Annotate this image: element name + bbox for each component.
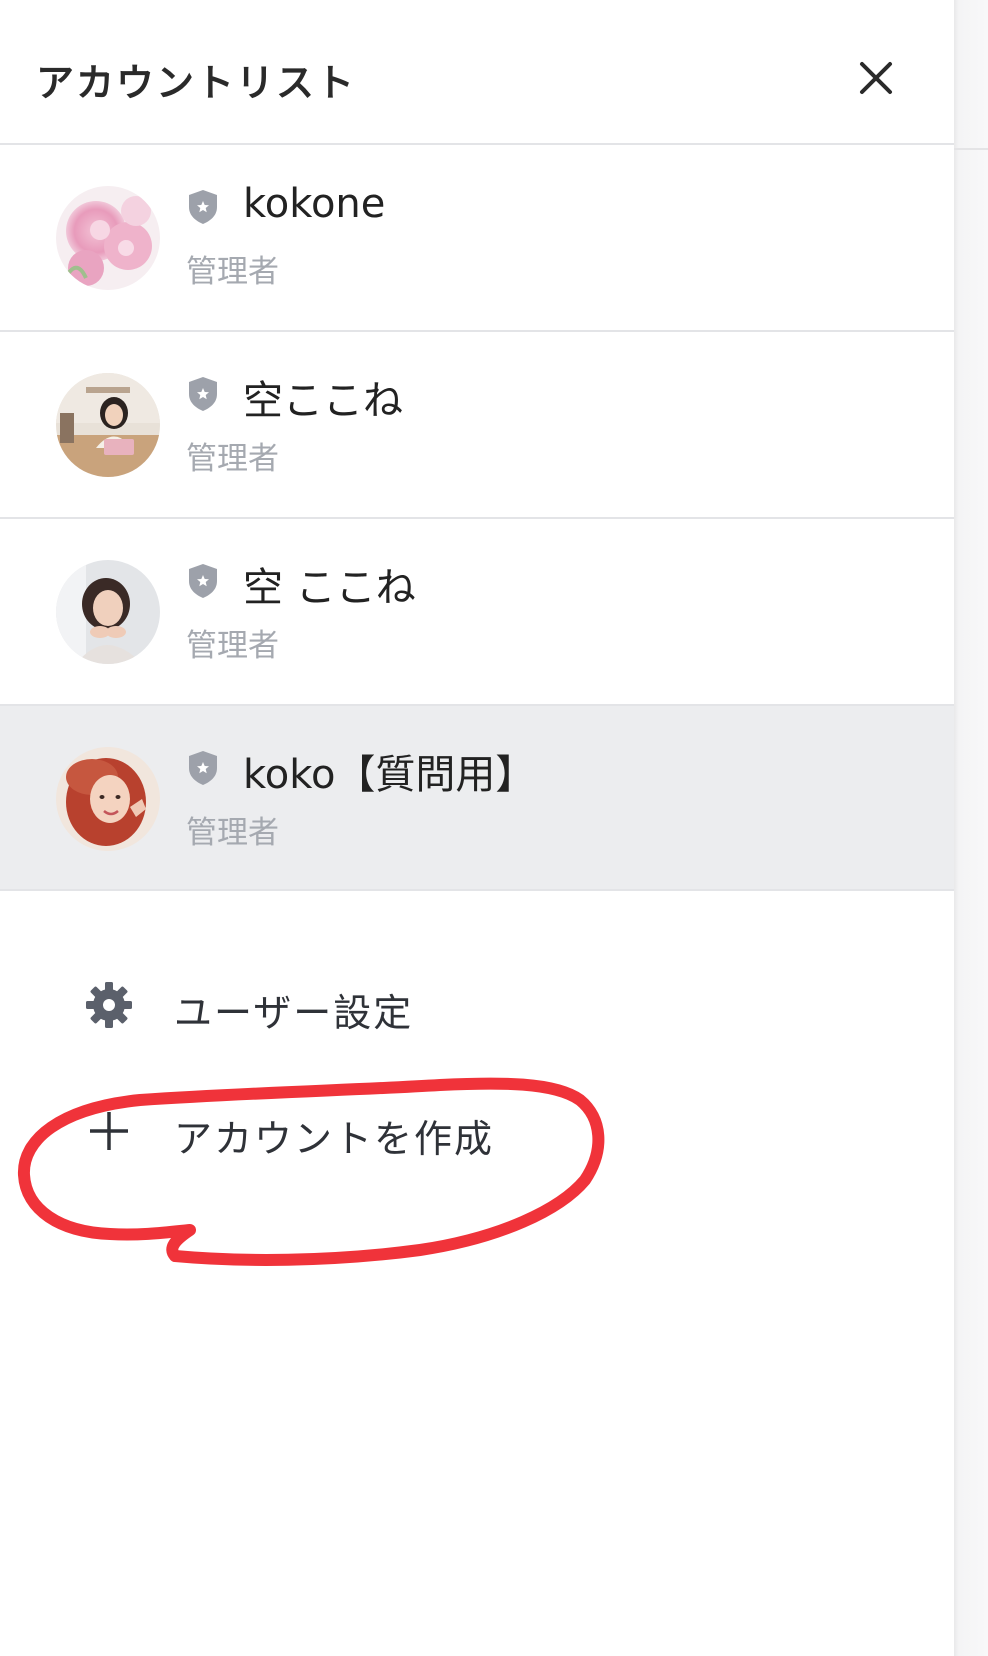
shield-star-icon bbox=[189, 564, 217, 598]
account-role: 管理者 bbox=[186, 441, 279, 477]
account-row-sora-kokone[interactable]: 空ここね 管理者 bbox=[0, 330, 954, 517]
gear-icon bbox=[86, 982, 132, 1028]
close-icon bbox=[860, 62, 892, 94]
shield-star-icon bbox=[189, 190, 217, 224]
account-row-kokone[interactable]: kokone 管理者 bbox=[0, 143, 954, 330]
user-settings-label: ユーザー設定 bbox=[174, 991, 414, 1035]
panel-menu: ユーザー設定 アカウントを作成 bbox=[0, 970, 954, 1186]
account-row-koko-question[interactable]: koko【質問用】 管理者 bbox=[0, 704, 954, 891]
create-account-label: アカウントを作成 bbox=[174, 1117, 495, 1161]
background-app-edge bbox=[954, 0, 988, 1656]
create-account-item[interactable]: アカウントを作成 bbox=[0, 1096, 954, 1186]
shield-star-icon bbox=[189, 751, 217, 785]
avatar bbox=[56, 186, 160, 290]
shield-star-icon bbox=[189, 377, 217, 411]
avatar bbox=[56, 560, 160, 664]
account-role: 管理者 bbox=[186, 628, 279, 664]
avatar bbox=[56, 373, 160, 477]
account-name: 空 ここね bbox=[243, 565, 416, 611]
screen: アカウントリスト kokone 管理者 空ここね 管理者 空 ここね 管理者 k… bbox=[0, 0, 988, 1656]
account-row-sora-kokone-2[interactable]: 空 ここね 管理者 bbox=[0, 517, 954, 704]
account-list-panel: アカウントリスト kokone 管理者 空ここね 管理者 空 ここね 管理者 k… bbox=[0, 0, 954, 1656]
user-settings-item[interactable]: ユーザー設定 bbox=[0, 970, 954, 1060]
close-button[interactable] bbox=[856, 58, 896, 98]
account-name: koko【質問用】 bbox=[243, 752, 536, 798]
account-role: 管理者 bbox=[186, 254, 279, 290]
plus-icon bbox=[90, 1112, 128, 1150]
account-list: kokone 管理者 空ここね 管理者 空 ここね 管理者 koko【質問用】 … bbox=[0, 143, 954, 891]
panel-header: アカウントリスト bbox=[0, 0, 954, 144]
account-name: kokone bbox=[243, 181, 386, 227]
account-name: 空ここね bbox=[243, 378, 403, 424]
panel-title: アカウントリスト bbox=[36, 61, 357, 105]
account-role: 管理者 bbox=[186, 815, 279, 851]
avatar bbox=[56, 747, 160, 851]
background-divider bbox=[954, 148, 988, 150]
